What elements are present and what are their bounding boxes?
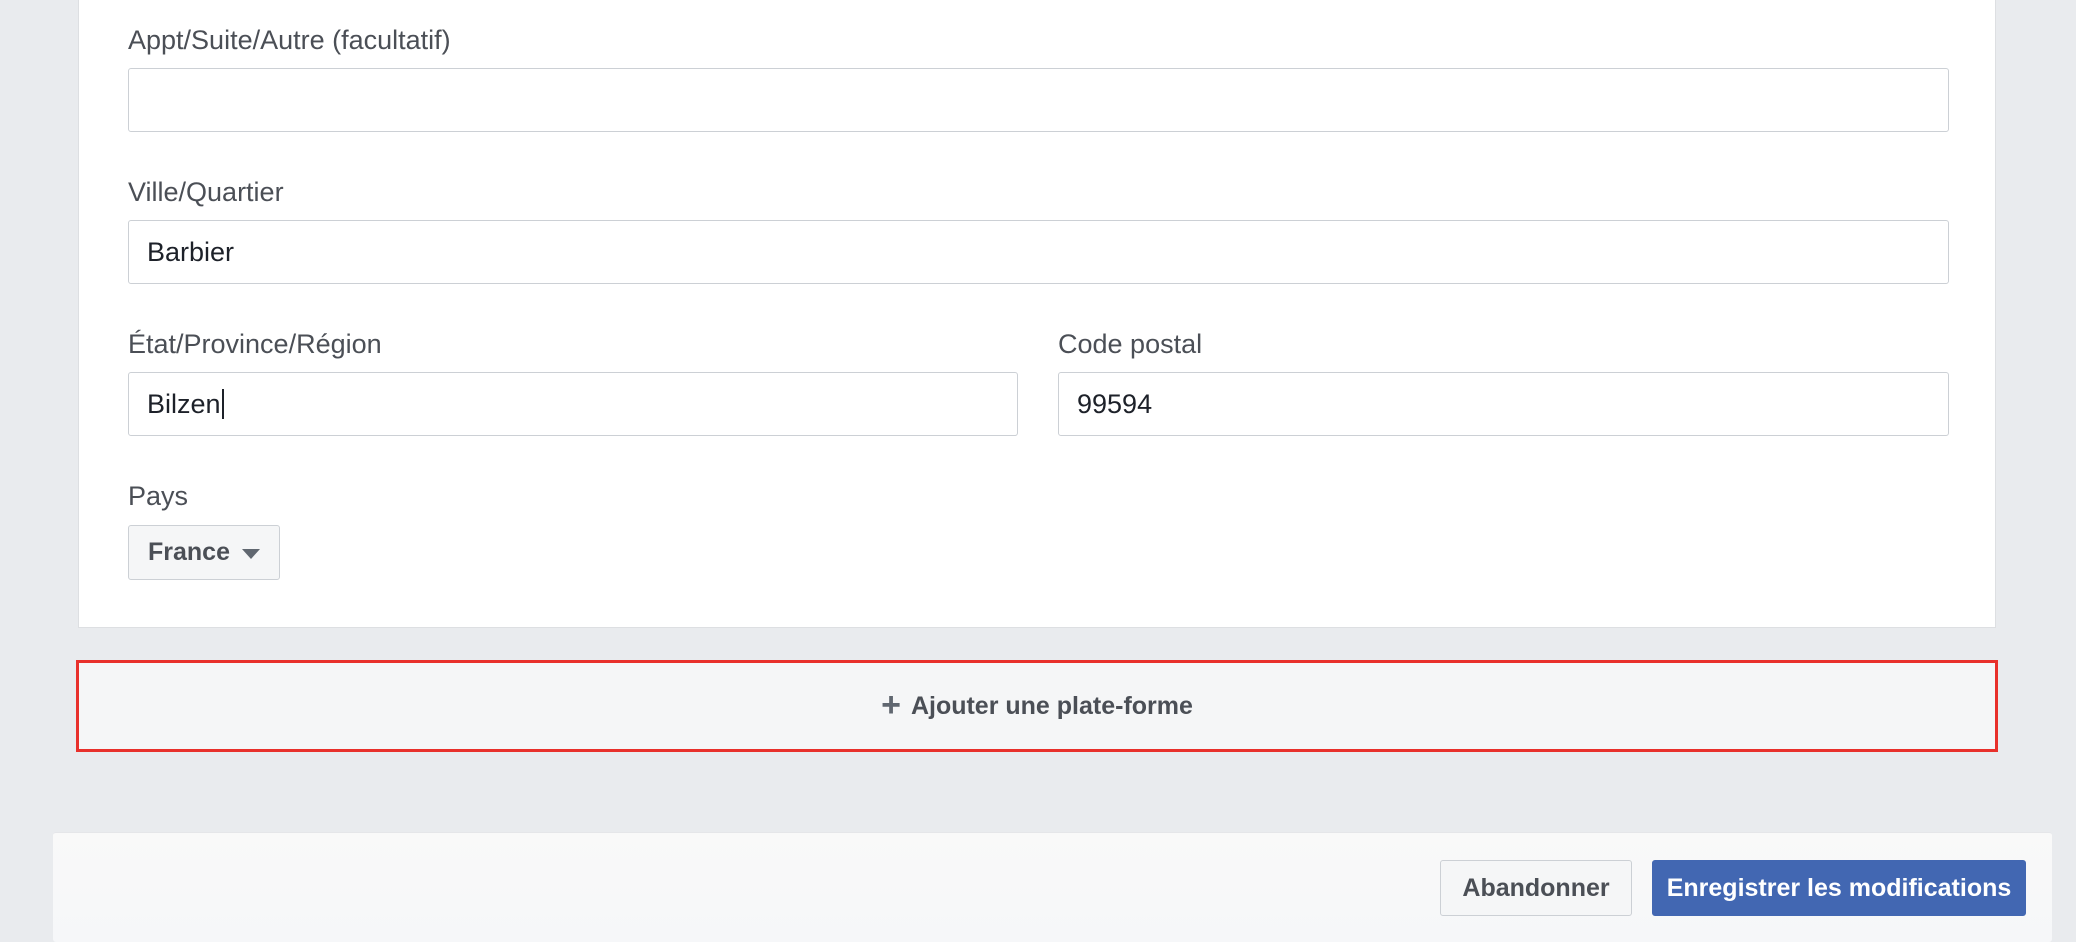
city-field[interactable] xyxy=(128,220,1949,284)
text-cursor xyxy=(222,389,224,419)
country-selected-value: France xyxy=(148,538,230,566)
zip-field[interactable] xyxy=(1058,372,1949,436)
add-platform-label: Ajouter une plate-forme xyxy=(910,691,1193,720)
state-field[interactable] xyxy=(128,372,1018,436)
city-field-label: Ville/Quartier xyxy=(128,177,284,207)
apt-field-label: Appt/Suite/Autre (facultatif) xyxy=(128,25,451,55)
country-field-label: Pays xyxy=(128,481,189,511)
cancel-button[interactable]: Abandonner xyxy=(1440,860,1632,916)
chevron-down-icon xyxy=(241,549,260,559)
zip-field-label: Code postal xyxy=(1058,329,1203,359)
add-platform-button[interactable]: + Ajouter une plate-forme xyxy=(76,660,1998,752)
save-changes-button[interactable]: Enregistrer les modifications xyxy=(1652,860,2026,916)
plus-icon: + xyxy=(881,686,901,724)
apt-field[interactable] xyxy=(128,68,1949,132)
country-dropdown[interactable]: France xyxy=(128,525,280,580)
state-field-label: État/Province/Région xyxy=(128,329,382,359)
